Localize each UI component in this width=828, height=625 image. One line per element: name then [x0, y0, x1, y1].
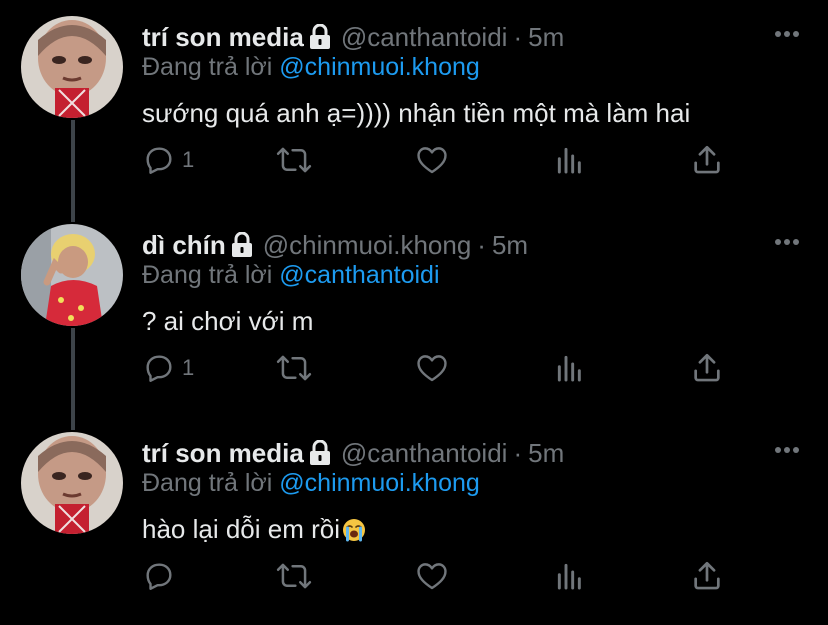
analytics-icon	[554, 559, 586, 593]
retweet-button[interactable]	[276, 348, 312, 388]
like-button[interactable]	[415, 556, 449, 596]
reply-prefix: Đang trả lời	[142, 53, 273, 81]
reply-button[interactable]: 1	[142, 348, 194, 388]
like-icon	[415, 559, 449, 593]
analytics-button[interactable]	[554, 348, 586, 388]
action-bar: 1	[0, 140, 828, 180]
action-bar	[0, 556, 828, 596]
more-icon[interactable]	[774, 26, 800, 37]
reply-count: 1	[182, 147, 195, 172]
retweet-icon	[276, 559, 312, 593]
retweet-icon	[276, 143, 312, 177]
loudly-crying-face-icon	[342, 518, 366, 542]
more-icon[interactable]	[774, 234, 800, 245]
author-handle[interactable]: @chinmuoi.khong	[263, 230, 472, 261]
separator: ·	[477, 229, 486, 260]
share-button[interactable]	[690, 348, 724, 388]
reply-prefix: Đang trả lời	[142, 469, 273, 497]
avatar[interactable]	[21, 16, 123, 118]
separator: ·	[513, 21, 523, 52]
analytics-button[interactable]	[554, 140, 586, 180]
retweet-button[interactable]	[276, 556, 312, 596]
tweet-text: ? ai chơi với m	[142, 306, 314, 336]
share-icon	[690, 143, 724, 177]
analytics-icon	[554, 351, 586, 385]
action-bar: 1	[0, 348, 828, 388]
reply-button[interactable]	[142, 556, 176, 596]
reply-prefix: Đang trả lời	[142, 261, 273, 289]
like-button[interactable]	[415, 140, 449, 180]
tweet-text: sướng quá anh ạ=)))) nhận tiền một mà là…	[142, 98, 691, 128]
retweet-icon	[276, 351, 312, 385]
reply-context: Đang trả lời @chinmuoi.khong	[142, 469, 480, 498]
tweet[interactable]: dì chín @chinmuoi.khong · 5m Đang trả lờ…	[0, 208, 828, 416]
timestamp[interactable]: 5m	[528, 438, 564, 469]
reply-mention[interactable]: @chinmuoi.khong	[279, 469, 480, 497]
avatar[interactable]	[21, 224, 123, 326]
author-handle[interactable]: @canthantoidi	[341, 22, 508, 53]
analytics-icon	[554, 143, 586, 177]
like-icon	[415, 351, 449, 385]
reply-count: 1	[182, 355, 195, 380]
reply-context: Đang trả lời @canthantoidi	[142, 261, 440, 290]
reply-mention[interactable]: @canthantoidi	[279, 261, 439, 289]
analytics-button[interactable]	[554, 556, 586, 596]
lock-icon	[309, 439, 331, 466]
reply-button[interactable]: 1	[142, 140, 194, 180]
tweet[interactable]: trí son media @canthantoidi · 5m Đang tr…	[0, 0, 828, 208]
share-icon	[690, 559, 724, 593]
share-button[interactable]	[690, 556, 724, 596]
tweet[interactable]: trí son media @canthantoidi · 5m Đang tr…	[0, 416, 828, 624]
like-button[interactable]	[415, 348, 449, 388]
author-name[interactable]: trí son media	[142, 22, 304, 53]
share-button[interactable]	[690, 140, 724, 180]
retweet-button[interactable]	[276, 140, 312, 180]
separator: ·	[513, 437, 523, 468]
avatar[interactable]	[21, 432, 123, 534]
timestamp[interactable]: 5m	[528, 22, 564, 53]
lock-icon	[231, 231, 253, 258]
share-icon	[690, 351, 724, 385]
lock-icon	[309, 23, 331, 50]
tweet-text: hào lại dỗi em rồi	[142, 514, 340, 544]
author-name[interactable]: trí son media	[142, 438, 304, 469]
more-icon[interactable]	[774, 442, 800, 453]
author-handle[interactable]: @canthantoidi	[341, 438, 508, 469]
like-icon	[415, 143, 449, 177]
reply-context: Đang trả lời @chinmuoi.khong	[142, 53, 480, 82]
reply-mention[interactable]: @chinmuoi.khong	[279, 53, 480, 81]
reply-icon	[142, 143, 176, 177]
author-name[interactable]: dì chín	[142, 230, 226, 261]
timestamp[interactable]: 5m	[492, 230, 528, 261]
reply-icon	[142, 351, 176, 385]
reply-icon	[142, 559, 176, 593]
